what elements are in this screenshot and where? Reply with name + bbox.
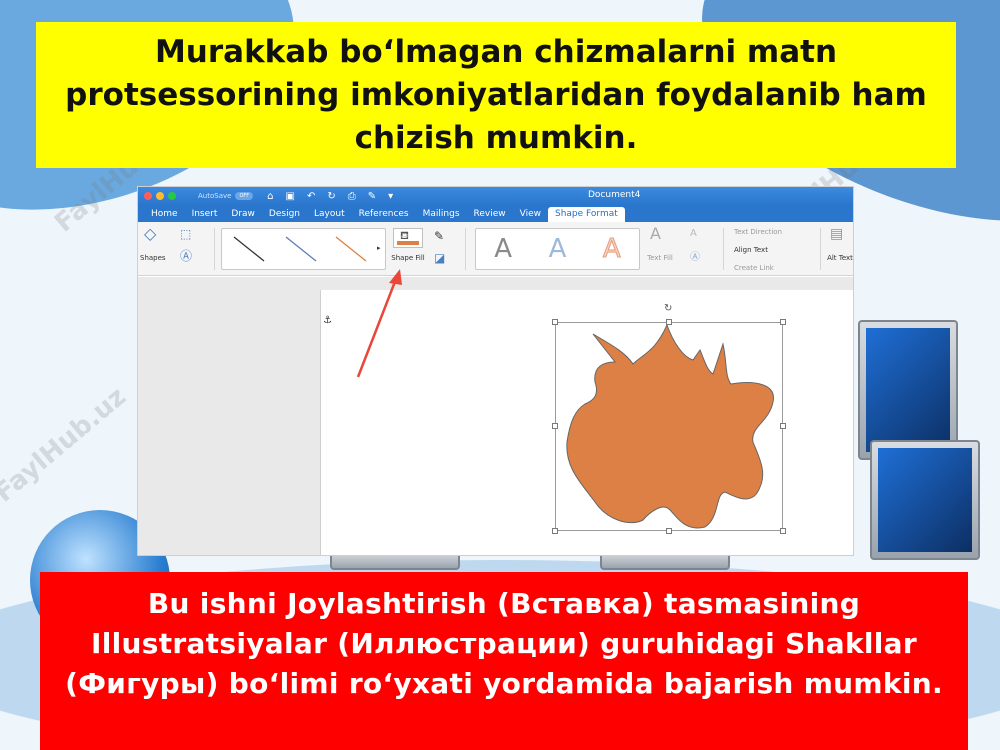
title-banner: Murakkab bo‘lmagan chizmalarni matn prot… xyxy=(36,22,956,168)
bottom-caption: Bu ishni Joylashtirish (Вставка) tasmasi… xyxy=(65,587,943,700)
rotate-handle-icon[interactable]: ↻ xyxy=(664,303,672,314)
laptop-image xyxy=(858,320,958,460)
slide-title: Murakkab bo‘lmagan chizmalarni matn prot… xyxy=(65,33,927,156)
freeform-shape[interactable] xyxy=(555,322,783,531)
bottom-banner: Bu ishni Joylashtirish (Вставка) tasmasi… xyxy=(40,572,968,750)
word-screenshot: AutoSave OFF ⌂ ▣ ↶ ↻ ⎙ ✎ ▾ Document4 Hom… xyxy=(137,186,854,556)
laptop-image xyxy=(870,440,980,560)
